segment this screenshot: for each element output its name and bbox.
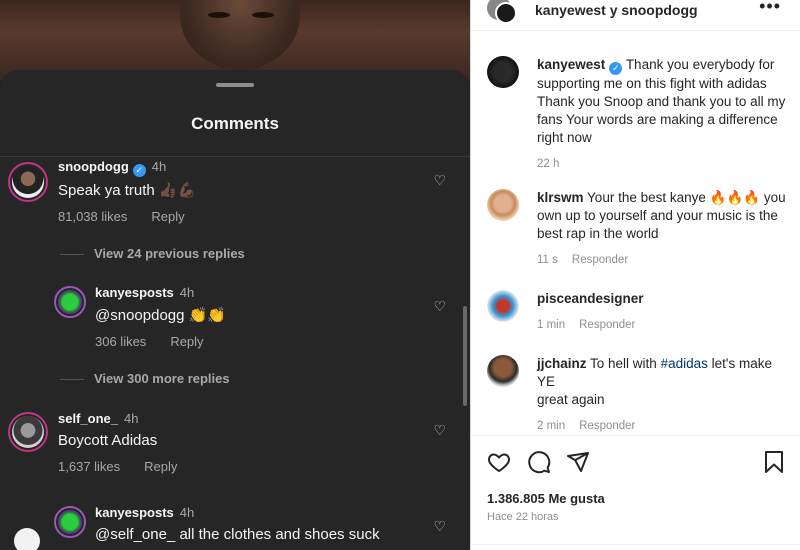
comment-text: @self_one_ all the clothes and shoes suc… — [95, 526, 380, 543]
verified-icon: ✓ — [132, 164, 146, 177]
reply-button[interactable]: Reply — [144, 459, 177, 474]
avatar[interactable] — [54, 506, 86, 538]
comment-text: Boycott Adidas — [58, 432, 158, 449]
comment-item: snoopdogg ✓ 4h Speak ya truth 👍🏿💪🏿 81,038 … — [0, 158, 460, 228]
divider — [471, 30, 800, 31]
comment-time: 4h — [123, 411, 139, 426]
like-heart-icon[interactable]: ♡ — [433, 518, 446, 535]
video-eye — [252, 12, 274, 18]
view-more-replies[interactable]: View 300 more replies — [60, 371, 230, 386]
current-user-avatar[interactable] — [14, 528, 40, 550]
video-comments-panel: Comments snoopdogg ✓ 4h Speak ya truth 👍🏿💪… — [0, 0, 470, 550]
header-avatars[interactable] — [487, 0, 519, 28]
comment-likes[interactable]: 1,637 likes — [58, 459, 120, 474]
post-actions: 1.386.805 Me gusta Hace 22 horas — [471, 435, 800, 550]
comment-item: kanyesposts 4h @snoopdogg 👏👏 306 likes Rep… — [0, 284, 460, 354]
comment-item: klrswm Your the best kanye 🔥🔥🔥 you own u… — [487, 189, 791, 269]
avatar[interactable] — [54, 286, 86, 318]
post-timestamp: Hace 22 horas — [487, 511, 559, 523]
bookmark-icon[interactable] — [763, 450, 785, 474]
comment-likes[interactable]: 306 likes — [95, 334, 146, 349]
like-heart-icon[interactable]: ♡ — [433, 172, 446, 189]
reply-button[interactable]: Reply — [151, 209, 184, 224]
comment-time: 1 min — [537, 319, 566, 331]
comment-time: 2 min — [537, 420, 566, 432]
caption-time: 22 h — [537, 158, 560, 170]
reply-button[interactable]: Reply — [170, 334, 203, 349]
avatar[interactable] — [8, 412, 48, 452]
reply-button[interactable]: Responder — [572, 254, 628, 266]
comment-time: 11 s — [537, 254, 558, 266]
like-heart-icon[interactable]: ♡ — [433, 298, 446, 315]
comment-text: To hell with — [590, 356, 661, 371]
post-panel: kanyewest y snoopdogg ••• kanyewest ✓ Tha… — [470, 0, 800, 550]
share-icon[interactable] — [566, 450, 590, 474]
comments-sheet: Comments snoopdogg ✓ 4h Speak ya truth 👍🏿💪… — [0, 70, 470, 550]
post-caption: kanyewest ✓ Thank you everybody for suppo… — [487, 56, 791, 173]
heart-icon[interactable] — [487, 450, 511, 474]
comment-item: kanyesposts 4h @self_one_ all the clothes… — [0, 504, 460, 550]
reply-button[interactable]: Responder — [579, 319, 635, 331]
comment-username[interactable]: klrswm — [537, 190, 584, 205]
post-title[interactable]: kanyewest y snoopdogg — [535, 2, 698, 18]
reply-button[interactable]: Responder — [579, 420, 635, 432]
comment-text: Speak ya truth 👍🏿💪🏿 — [58, 182, 197, 199]
sheet-drag-handle[interactable] — [216, 83, 254, 87]
post-header: kanyewest y snoopdogg ••• — [471, 0, 800, 44]
comment-text-line2: great again — [537, 392, 605, 407]
sheet-title: Comments — [191, 114, 279, 133]
avatar[interactable] — [487, 189, 519, 221]
comment-item: pisceandesigner 1 min Responder — [487, 290, 791, 334]
comment-likes[interactable]: 81,038 likes — [58, 209, 127, 224]
more-icon[interactable]: ••• — [759, 0, 781, 17]
view-previous-replies[interactable]: View 24 previous replies — [60, 246, 245, 261]
comment-username[interactable]: snoopdogg — [58, 159, 129, 174]
comment-username[interactable]: self_one_ — [58, 411, 118, 426]
video-eye — [208, 12, 230, 18]
verified-icon: ✓ — [609, 62, 623, 75]
video-frame — [0, 0, 470, 80]
avatar[interactable] — [8, 162, 48, 202]
avatar[interactable] — [487, 355, 519, 387]
comment-username[interactable]: kanyesposts — [95, 285, 174, 300]
comment-username[interactable]: kanyesposts — [95, 505, 174, 520]
comment-item: jjchainz To hell with #adidas let's make… — [487, 355, 791, 435]
scrollbar[interactable] — [463, 306, 467, 406]
like-heart-icon[interactable]: ♡ — [433, 422, 446, 439]
avatar[interactable] — [487, 56, 519, 88]
divider — [0, 156, 470, 157]
video-person — [180, 0, 300, 70]
comment-time: 4h — [179, 505, 195, 520]
likes-count[interactable]: 1.386.805 Me gusta — [487, 491, 605, 506]
comment-item: self_one_ 4h Boycott Adidas 1,637 likes Re… — [0, 408, 460, 478]
comment-username[interactable]: pisceandesigner — [537, 291, 644, 306]
comment-icon[interactable] — [527, 450, 551, 474]
comment-text: @snoopdogg 👏👏 — [95, 307, 226, 324]
hashtag-link[interactable]: #adidas — [661, 356, 708, 371]
caption-username[interactable]: kanyewest — [537, 57, 605, 72]
comment-username[interactable]: jjchainz — [537, 356, 587, 371]
avatar[interactable] — [487, 290, 519, 322]
comment-time: 4h — [179, 285, 195, 300]
divider — [471, 544, 800, 545]
comment-time: 4h — [151, 159, 167, 174]
